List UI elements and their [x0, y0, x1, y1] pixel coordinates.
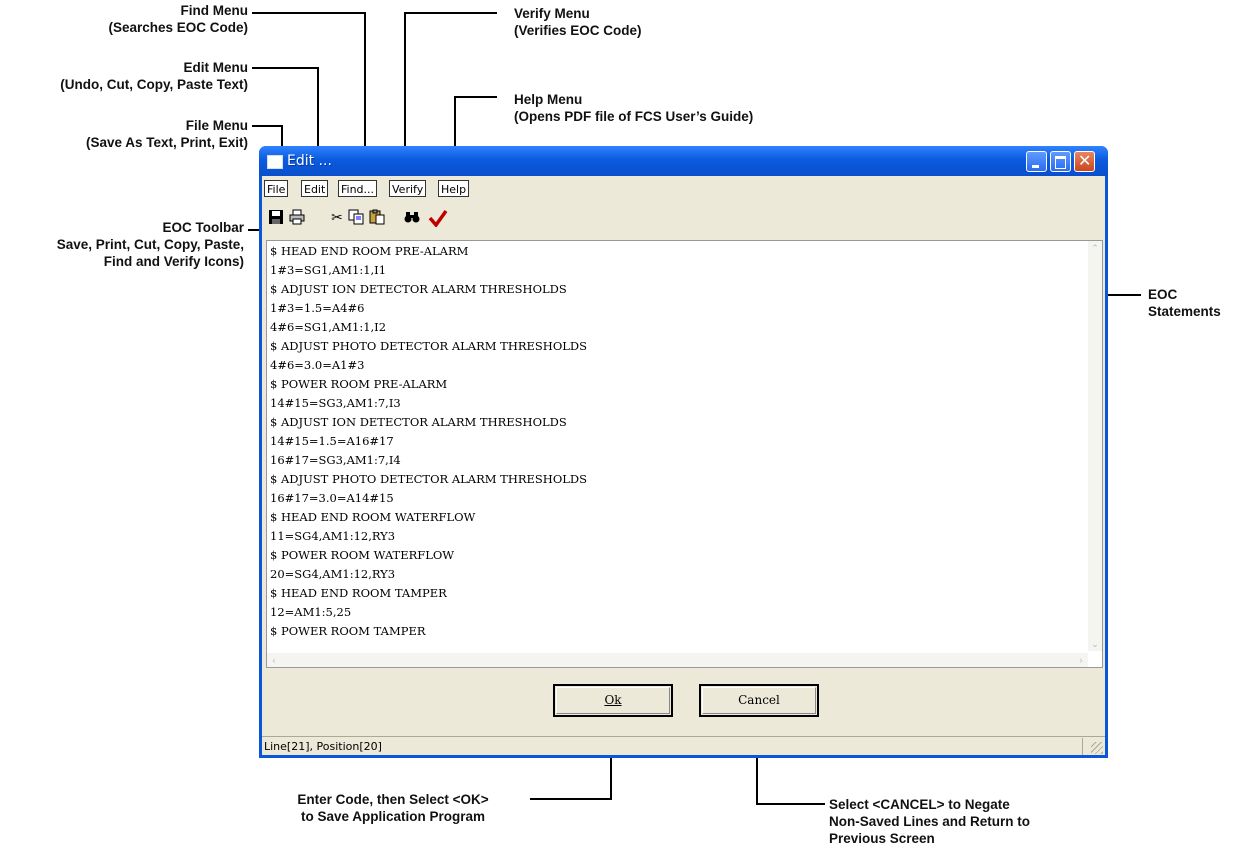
callout-find-menu: Find Menu (Searches EOC Code): [108, 3, 248, 35]
code-line[interactable]: 12=AM1:5,25: [270, 605, 351, 619]
code-line[interactable]: $ HEAD END ROOM PRE-ALARM: [270, 244, 468, 258]
scroll-left-icon[interactable]: ‹: [267, 653, 281, 667]
status-divider: [1082, 738, 1083, 755]
code-line[interactable]: $ POWER ROOM TAMPER: [270, 624, 426, 638]
menu-verify[interactable]: Verify: [389, 180, 427, 197]
ok-button-label: Ok: [604, 693, 622, 707]
callout-help-menu: Help Menu (Opens PDF file of FCS User’s …: [514, 92, 754, 124]
code-line[interactable]: 16#17=3.0=A14#15: [270, 491, 394, 505]
ok-button[interactable]: Ok: [553, 684, 673, 717]
code-line[interactable]: 14#15=1.5=A16#17: [270, 434, 394, 448]
cancel-button[interactable]: Cancel: [699, 684, 819, 717]
code-line[interactable]: 16#17=SG3,AM1:7,I4: [270, 453, 401, 467]
scroll-up-icon[interactable]: ⌃: [1088, 241, 1102, 255]
callout-ok-note: Enter Code, then Select <OK> to Save App…: [297, 792, 489, 824]
callout-eoc-statements: EOC Statements: [1148, 287, 1221, 319]
find-icon[interactable]: [403, 209, 421, 227]
print-icon[interactable]: [288, 209, 306, 227]
callout-verify-menu: Verify Menu (Verifies EOC Code): [514, 6, 642, 38]
title-bar[interactable]: Edit ... ✕: [259, 146, 1108, 176]
eoc-toolbar: ✂: [262, 203, 1105, 236]
verify-icon[interactable]: [428, 209, 448, 228]
code-line[interactable]: $ HEAD END ROOM WATERFLOW: [270, 510, 475, 524]
menu-find[interactable]: Find...: [338, 180, 378, 197]
window-icon: [267, 155, 283, 169]
close-button[interactable]: ✕: [1074, 151, 1095, 172]
status-bar: Line[21], Position[20]: [262, 736, 1105, 756]
scroll-right-icon[interactable]: ›: [1074, 653, 1088, 667]
vertical-scrollbar[interactable]: ⌃ ⌄: [1088, 241, 1102, 651]
edit-window: Edit ... ✕ File Edit Find... Verify Help…: [259, 146, 1108, 758]
callout-edit-menu: Edit Menu (Undo, Cut, Copy, Paste Text): [60, 60, 248, 92]
paste-icon[interactable]: [368, 209, 386, 227]
code-line[interactable]: $ ADJUST PHOTO DETECTOR ALARM THRESHOLDS: [270, 472, 587, 486]
close-icon: ✕: [1078, 151, 1092, 170]
code-line[interactable]: 4#6=SG1,AM1:1,I2: [270, 320, 386, 334]
window-client: File Edit Find... Verify Help ✂ $ HEAD E…: [262, 176, 1105, 755]
scroll-down-icon[interactable]: ⌄: [1088, 637, 1102, 651]
code-line[interactable]: 11=SG4,AM1:12,RY3: [270, 529, 395, 543]
code-line[interactable]: 4#6=3.0=A1#3: [270, 358, 364, 372]
code-line[interactable]: $ POWER ROOM WATERFLOW: [270, 548, 454, 562]
menu-file[interactable]: File: [264, 180, 289, 197]
maximize-button[interactable]: [1050, 151, 1071, 172]
save-icon[interactable]: [267, 209, 285, 227]
resize-grip-icon[interactable]: [1091, 742, 1103, 754]
eoc-statements-editor[interactable]: $ HEAD END ROOM PRE-ALARM 1#3=SG1,AM1:1,I…: [266, 240, 1103, 668]
code-line[interactable]: 20=SG4,AM1:12,RY3: [270, 567, 395, 581]
code-line[interactable]: 1#3=1.5=A4#6: [270, 301, 364, 315]
window-title: Edit ...: [287, 153, 332, 169]
code-line[interactable]: $ POWER ROOM PRE-ALARM: [270, 377, 447, 391]
callout-cancel-note: Select <CANCEL> to Negate Non-Saved Line…: [829, 797, 1031, 846]
callout-file-menu: File Menu (Save As Text, Print, Exit): [85, 118, 248, 150]
code-line[interactable]: $ ADJUST ION DETECTOR ALARM THRESHOLDS: [270, 282, 567, 296]
cancel-button-label: Cancel: [738, 693, 780, 707]
status-text: Line[21], Position[20]: [264, 740, 382, 753]
code-line[interactable]: $ HEAD END ROOM TAMPER: [270, 586, 447, 600]
code-line[interactable]: 14#15=SG3,AM1:7,I3: [270, 396, 401, 410]
callout-eoc-toolbar: EOC Toolbar Save, Print, Cut, Copy, Past…: [56, 220, 244, 269]
horizontal-scrollbar[interactable]: ‹ ›: [267, 653, 1088, 667]
menu-help[interactable]: Help: [438, 180, 470, 197]
code-line[interactable]: $ ADJUST ION DETECTOR ALARM THRESHOLDS: [270, 415, 567, 429]
copy-icon[interactable]: [347, 209, 365, 227]
code-line[interactable]: 1#3=SG1,AM1:1,I1: [270, 263, 386, 277]
minimize-button[interactable]: [1026, 151, 1047, 172]
menu-edit[interactable]: Edit: [301, 180, 329, 197]
cut-icon[interactable]: ✂: [328, 209, 346, 227]
code-line[interactable]: $ ADJUST PHOTO DETECTOR ALARM THRESHOLDS: [270, 339, 587, 353]
